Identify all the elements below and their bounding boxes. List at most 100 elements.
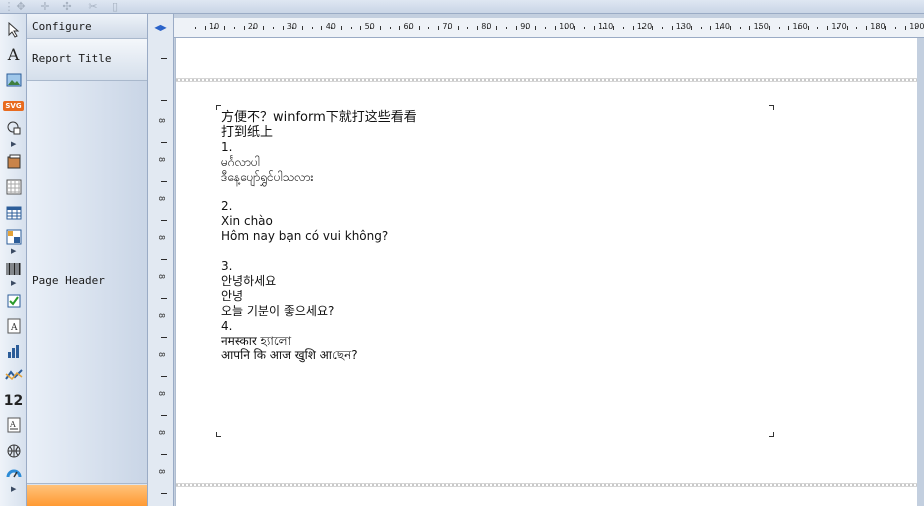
ruler-tick	[195, 27, 196, 29]
ruler-tick	[856, 27, 858, 29]
ruler-tick	[243, 26, 245, 30]
barcode-icon[interactable]	[4, 259, 23, 278]
text-line: 2.	[221, 199, 233, 214]
text-line: 方便不？winform下就打这些看看	[221, 110, 417, 125]
ruler-tick	[204, 26, 206, 30]
chart-icon[interactable]	[4, 341, 23, 360]
ruler-tick	[545, 27, 547, 29]
canvas-margin	[917, 38, 924, 506]
text-line: 안녕하세요	[221, 273, 277, 288]
ruler-tick	[389, 27, 391, 29]
crosstab-icon[interactable]	[4, 227, 23, 246]
ruler-label: 100	[559, 22, 575, 31]
ruler-tick	[846, 26, 848, 30]
band-page-header[interactable]: Page Header	[27, 81, 147, 484]
richtext-icon[interactable]: A	[4, 316, 23, 335]
ruler-tick	[379, 26, 381, 30]
ruler-tick	[350, 27, 352, 29]
ruler-label: 8	[157, 235, 166, 241]
expand-arrow-icon[interactable]: ▶	[11, 140, 17, 148]
ruler-tick	[161, 181, 167, 182]
cut-icon[interactable]: ✂	[86, 1, 100, 13]
ruler-tick	[525, 27, 527, 29]
svg-icon[interactable]: SVG	[3, 96, 24, 115]
text-line: आपनि कि आज खुशि आছেন?	[221, 348, 358, 363]
ruler-tick	[161, 142, 167, 143]
move-icon[interactable]: ✥	[14, 1, 28, 13]
ruler-label: 170	[831, 22, 847, 31]
ruler-tick	[885, 26, 887, 30]
selection-corner[interactable]	[769, 105, 774, 110]
ruler-tick	[749, 26, 751, 30]
ruler-label: 8	[157, 157, 166, 163]
selection-corner[interactable]	[216, 432, 221, 437]
sparkline-icon[interactable]	[4, 365, 23, 384]
container-icon[interactable]	[4, 152, 23, 171]
shape-icon[interactable]	[4, 118, 23, 137]
svg-text:A: A	[9, 420, 16, 429]
ruler-tick	[311, 27, 313, 29]
ruler-tick	[768, 26, 770, 30]
horizontal-ruler: ◀▶ 1020304050607080901001101201301401501…	[148, 18, 924, 38]
ruler-label: 180	[870, 22, 886, 31]
ruler-tick	[904, 26, 906, 30]
ruler-tick	[515, 26, 517, 30]
expand-arrow-icon[interactable]: ▶	[11, 247, 17, 255]
ruler-tick	[632, 26, 634, 30]
ruler-tick	[301, 26, 303, 30]
ruler-tick	[778, 27, 780, 29]
ruler-tick	[622, 27, 624, 29]
text-box[interactable]: 方便不？winform下就打这些看看 打到纸上 1. မင်္ဂလာပါ ဒီနေ့ပျ…	[216, 105, 774, 437]
ruler-label: 160	[792, 22, 808, 31]
ruler-tick	[161, 259, 167, 260]
ruler-tick	[428, 27, 430, 29]
ruler-tick	[214, 27, 216, 29]
ruler-tick	[370, 27, 372, 29]
band-configure[interactable]: Configure	[27, 14, 147, 39]
text-icon[interactable]: A	[4, 45, 23, 64]
expand-arrow-icon[interactable]: ▶	[11, 485, 17, 493]
add-icon[interactable]: ✛	[38, 1, 52, 13]
band-report-title[interactable]: Report Title	[27, 39, 147, 81]
text-line: 1.	[221, 139, 233, 154]
pointer-icon[interactable]	[4, 20, 23, 39]
report-canvas[interactable]: 方便不？winform下就打这些看看 打到纸上 1. မင်္ဂလာပါ ဒီနေ့ပျ…	[175, 38, 918, 506]
text-line: Hôm nay bạn có vui không?	[221, 229, 389, 244]
ruler-tick	[681, 27, 683, 29]
ruler-tick	[720, 27, 722, 29]
grid-icon[interactable]	[4, 177, 23, 196]
ruler-tick	[817, 27, 819, 29]
ruler-tick	[161, 376, 167, 377]
text-line: ဒီနေ့ပျော်ရွှင်ပါသလား	[221, 169, 314, 184]
label-icon[interactable]: A	[4, 415, 23, 434]
ruler-label: 8	[157, 391, 166, 397]
checkbox-icon[interactable]	[4, 291, 23, 310]
band-separator	[176, 78, 918, 82]
ruler-tick	[161, 415, 167, 416]
ruler-tick	[554, 26, 556, 30]
band-next-section[interactable]	[27, 485, 147, 506]
ruler-label: 8	[157, 352, 166, 358]
text-line: Xin chào	[221, 214, 273, 229]
table-icon[interactable]	[4, 203, 23, 222]
image-icon[interactable]	[4, 70, 23, 89]
vertical-ruler: 8 8 8 8 8 8 8 8 8 8	[148, 14, 174, 506]
ruler-tick	[895, 27, 897, 29]
text-line: 안녕	[221, 288, 244, 303]
gauge-icon[interactable]	[4, 463, 23, 482]
delete-icon[interactable]: ▯	[108, 1, 122, 13]
ruler-expand-icon[interactable]: ◀▶	[148, 18, 174, 38]
band-configure-label: Configure	[32, 20, 92, 33]
number-icon[interactable]: 12	[4, 391, 23, 410]
ruler-tick	[224, 26, 226, 30]
ruler-label: 8	[157, 469, 166, 475]
ruler-label: 130	[675, 22, 692, 31]
ruler-tick	[486, 27, 488, 29]
ruler-tick	[399, 26, 401, 30]
selection-corner[interactable]	[769, 432, 774, 437]
map-icon[interactable]	[4, 441, 23, 460]
ruler-tick	[914, 27, 916, 29]
ruler-tick	[739, 27, 741, 29]
connect-icon[interactable]: ✣	[60, 1, 74, 13]
expand-arrow-icon[interactable]: ▶	[11, 279, 17, 287]
